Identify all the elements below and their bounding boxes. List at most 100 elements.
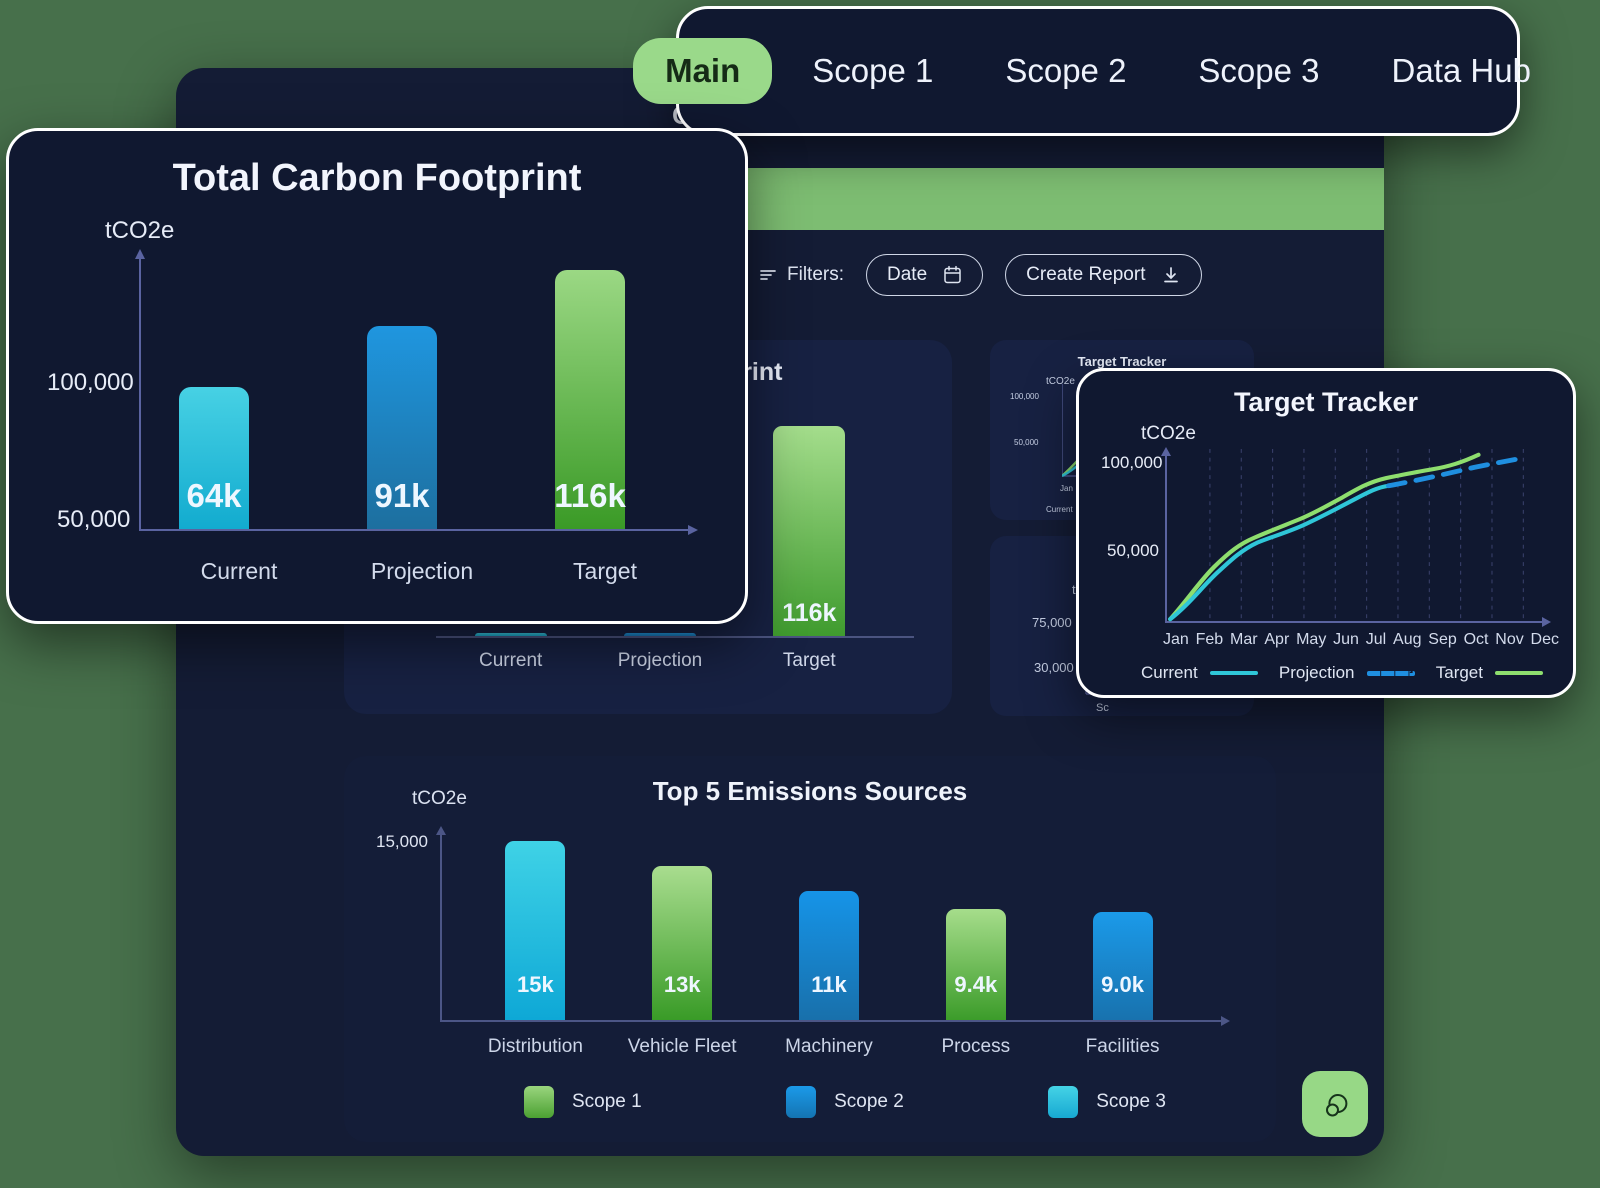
download-icon (1161, 265, 1181, 285)
x-tick-distribution: Distribution (487, 1036, 583, 1057)
bar-distribution[interactable]: 15k (505, 841, 566, 1020)
x-tick-apr: Apr (1264, 631, 1290, 648)
tab-scope-1[interactable]: Scope 1 (780, 38, 965, 104)
bar-value-target: 116k (554, 477, 626, 514)
chat-support-button[interactable] (1302, 1071, 1368, 1137)
filters-label-group: Filters: (760, 264, 844, 286)
legend-label-scope-3: Scope 3 (1096, 1091, 1166, 1112)
y-axis-label: tCO2e (412, 788, 467, 809)
y-tick-50000: 50,000 (1014, 438, 1039, 447)
tab-main[interactable]: Main (633, 38, 773, 104)
tab-scope-3[interactable]: Scope 3 (1166, 38, 1351, 104)
x-tick-jun: Jun (1333, 631, 1359, 648)
y-tick-75000: 75,000 (1032, 615, 1072, 630)
bar-current[interactable]: 64k (179, 387, 249, 529)
bar-projection[interactable] (623, 633, 696, 636)
y-tick-30000: 30,000 (1034, 660, 1074, 675)
bar-group: 15k 13k 11k 9.4k 9.0k (462, 828, 1196, 1020)
bar-current[interactable] (474, 633, 547, 636)
bar-process[interactable]: 9.4k (945, 908, 1006, 1020)
x-axis (436, 636, 914, 638)
line-series-svg (1168, 449, 1527, 622)
x-tick-current: Current (478, 650, 543, 671)
x-axis (139, 525, 698, 535)
chart-plot-area (1161, 447, 1551, 627)
chat-bubble-icon (1318, 1087, 1352, 1121)
legend-label-scope-1: Scope 1 (572, 1091, 642, 1112)
x-tick-target: Target (573, 558, 637, 584)
legend-current-label: Current (1046, 505, 1073, 514)
y-axis (135, 249, 145, 531)
filter-lines-icon (760, 268, 778, 282)
bar-value-current: 64k (186, 477, 242, 514)
popup-navigation-tabs: Main Scope 1 Scope 2 Scope 3 Data Hub (633, 6, 1531, 136)
y-tick-50000: 50,000 (1107, 541, 1159, 560)
legend-item-scope-3[interactable]: Scope 3 (1048, 1086, 1166, 1118)
bar-value-projection: 91k (374, 477, 430, 514)
y-axis (436, 826, 446, 1022)
legend-line-projection (1366, 670, 1415, 676)
y-axis-label: tCO2e (1141, 423, 1196, 444)
x-tick-projection: Projection (617, 650, 703, 671)
legend-item-scope-1[interactable]: Scope 1 (524, 1086, 642, 1118)
bar-facilities[interactable]: 9.0k (1092, 912, 1153, 1020)
bar-projection[interactable]: 91k (367, 326, 437, 529)
date-filter-button[interactable]: Date (866, 254, 984, 296)
bar-value-machinery: 11k (811, 972, 847, 997)
legend-line-current (1209, 671, 1258, 675)
x-tick-labels: Distribution Vehicle Fleet Machinery Pro… (462, 1036, 1196, 1058)
chart-plot-area: 15k 13k 11k 9.4k 9.0k (436, 826, 1230, 1026)
legend-item-target[interactable]: Target (1436, 663, 1543, 683)
bar-target[interactable]: 116k (773, 426, 846, 636)
tab-data-hub[interactable]: Data Hub (1360, 38, 1563, 104)
legend-swatch-scope-1 (524, 1086, 554, 1118)
popup-title: Target Tracker (1233, 387, 1419, 417)
popup-target-tracker: Target Tracker tCO2e 100,000 50,000 Jan … (1076, 368, 1576, 698)
popup-title: Total Carbon Footprint (172, 157, 582, 199)
legend-label-current: Current (1141, 663, 1198, 682)
chart-legend: Scope 1 Scope 2 Scope 3 (524, 1086, 1166, 1118)
series-current-line (1168, 483, 1391, 622)
bar-vehicle-fleet[interactable]: 13k (652, 866, 713, 1020)
y-tick-100000: 100,000 (1010, 392, 1039, 401)
screenshot-stage: Carbon Reporting Main Scope 1 Scope 2 Sc… (0, 0, 1600, 1188)
legend-item-current[interactable]: Current (1141, 663, 1258, 683)
legend-line-target (1494, 671, 1543, 675)
create-report-button[interactable]: Create Report (1005, 254, 1203, 296)
x-tick-labels: Current Projection Target (159, 558, 685, 585)
bar-machinery[interactable]: 11k (798, 891, 859, 1020)
x-tick-nov: Nov (1495, 631, 1524, 648)
tab-scope-2[interactable]: Scope 2 (973, 38, 1158, 104)
legend-label-target: Target (1435, 663, 1483, 682)
x-tick-may: May (1296, 631, 1327, 648)
panel-top-5-emissions-sources: Top 5 Emissions Sources tCO2e 15,000 15k… (344, 756, 1276, 1142)
x-tick-jan: Jan (1060, 484, 1073, 493)
x-tick-jul: Jul (1365, 631, 1387, 648)
popup-total-carbon-footprint: Total Carbon Footprint tCO2e 100,000 50,… (6, 128, 748, 624)
legend-item-projection[interactable]: Projection (1279, 663, 1415, 683)
x-tick-machinery: Machinery (785, 1036, 873, 1057)
bar-value-facilities: 9.0k (1101, 972, 1144, 997)
x-tick-mar: Mar (1230, 631, 1258, 648)
bar-value-target: 116k (782, 599, 837, 627)
tab-list: Main Scope 1 Scope 2 Scope 3 Data Hub (633, 38, 1563, 104)
x-tick-process: Process (941, 1036, 1011, 1057)
x-tick-aug: Aug (1393, 631, 1422, 648)
calendar-icon (943, 265, 962, 285)
y-tick-15000: 15,000 (376, 832, 428, 851)
y-axis-label: tCO2e (105, 217, 175, 244)
chart-plot-area: 64k 91k 116k (135, 249, 698, 535)
x-tick-labels: Jan Feb Mar Apr May Jun Jul Aug Sep Oct … (1163, 631, 1559, 649)
x-tick-current: Current (200, 558, 278, 584)
bar-target[interactable]: 116k (554, 270, 626, 529)
legend-label-scope-2: Scope 2 (834, 1091, 904, 1112)
x-tick-sep: Sep (1428, 631, 1457, 648)
chart-legend: Current Projection Target (1141, 663, 1543, 683)
series-target-line (1168, 452, 1481, 622)
y-tick-50000: 50,000 (57, 506, 131, 533)
legend-label-projection: Projection (1278, 663, 1355, 682)
legend-swatch-scope-2 (786, 1086, 817, 1118)
legend-item-scope-2[interactable]: Scope 2 (786, 1086, 904, 1118)
bar-group: 64k 91k 116k (179, 251, 626, 529)
create-report-label: Create Report (1026, 264, 1146, 285)
